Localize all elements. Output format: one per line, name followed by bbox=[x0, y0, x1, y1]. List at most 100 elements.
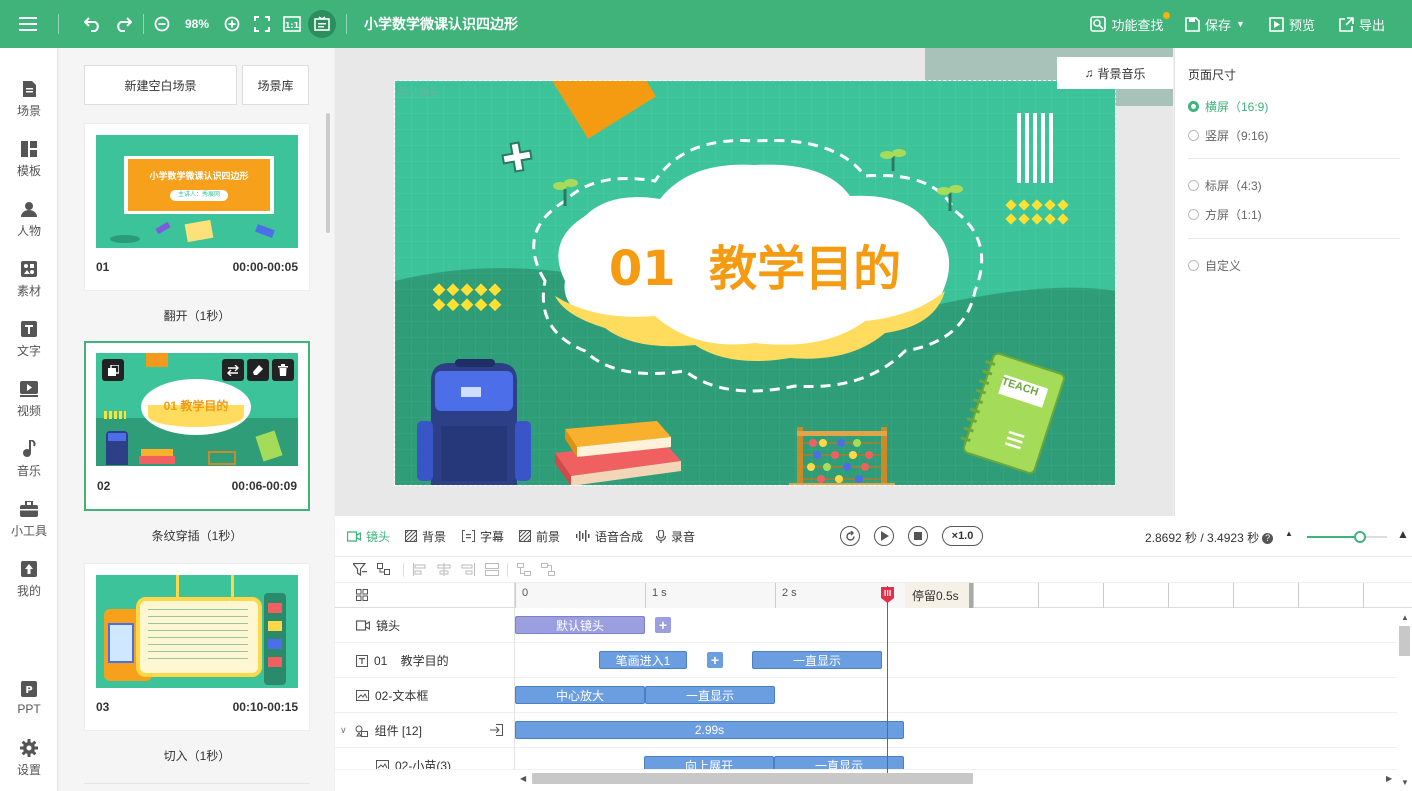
sequence-icon[interactable] bbox=[541, 563, 555, 576]
delete-scene-button[interactable] bbox=[272, 359, 294, 381]
horizontal-scrollbar[interactable] bbox=[532, 773, 973, 784]
stack-icon[interactable] bbox=[517, 563, 531, 576]
playhead-handle[interactable] bbox=[880, 586, 895, 604]
clip-always-show[interactable]: 一直显示 bbox=[645, 686, 775, 704]
nav-item-scene[interactable]: 场景 bbox=[0, 74, 58, 124]
nav-item-tools[interactable]: 小工具 bbox=[0, 494, 58, 544]
page-size-option-4-3[interactable]: 标屏（4:3) bbox=[1188, 177, 1262, 194]
zoom-in-button[interactable] bbox=[222, 0, 242, 48]
timeline-ruler[interactable]: 0 1 s 2 s 停留0.5s bbox=[515, 583, 1412, 608]
slider-knob[interactable] bbox=[1353, 531, 1366, 543]
scroll-up-arrow[interactable]: ▲ bbox=[1401, 613, 1409, 622]
nav-item-video[interactable]: 视频 bbox=[0, 374, 58, 424]
clip-always-show[interactable]: 一直显示 bbox=[752, 651, 882, 669]
track-row-camera[interactable]: 镜头 默认镜头 + bbox=[335, 608, 1397, 643]
speed-button[interactable]: ×1.0 bbox=[942, 526, 983, 546]
scene-panel-scrollbar[interactable] bbox=[326, 113, 330, 233]
project-title[interactable]: 小学数学微课认识四边形 bbox=[364, 0, 664, 48]
tab-subtitle[interactable]: 字幕 bbox=[462, 516, 504, 556]
track-row-title-text[interactable]: 01 教学目的 笔画进入1 + 一直显示 bbox=[335, 643, 1397, 678]
add-clip-button[interactable]: + bbox=[707, 652, 723, 668]
scroll-down-arrow[interactable]: ▼ bbox=[1401, 778, 1409, 787]
tab-tts[interactable]: 语音合成 bbox=[576, 516, 643, 556]
actual-size-button[interactable]: 1:1 bbox=[281, 0, 303, 48]
tab-record[interactable]: 录音 bbox=[656, 516, 695, 556]
scene-transition-label[interactable]: 切入（1秒） bbox=[84, 747, 310, 764]
add-clip-button[interactable]: + bbox=[655, 617, 671, 633]
nav-item-music[interactable]: 音乐 bbox=[0, 434, 58, 484]
page-size-option-1-1[interactable]: 方屏（1:1) bbox=[1188, 206, 1262, 223]
clip-expand-up[interactable]: 向上展开 bbox=[644, 756, 774, 769]
video-icon bbox=[20, 380, 38, 397]
clip-stroke-enter[interactable]: 笔画进入1 bbox=[599, 651, 687, 669]
track-row-textbox[interactable]: 02-文本框 中心放大 一直显示 bbox=[335, 678, 1397, 713]
tab-camera[interactable]: 镜头 bbox=[347, 516, 390, 556]
fit-screen-button[interactable] bbox=[252, 0, 272, 48]
scene-library-button[interactable]: 场景库 bbox=[242, 65, 309, 105]
redo-button[interactable] bbox=[112, 0, 134, 48]
track-row-group[interactable]: ∨ 组件 [12] 2.99s bbox=[335, 713, 1397, 748]
pause-segment[interactable]: 停留0.5s bbox=[905, 583, 970, 608]
menu-button[interactable] bbox=[0, 0, 56, 48]
replay-button[interactable] bbox=[840, 526, 860, 546]
nav-item-mine[interactable]: 我的 bbox=[0, 554, 58, 604]
nav-item-template[interactable]: 模板 bbox=[0, 134, 58, 184]
copy-icon bbox=[107, 364, 119, 376]
clip-always-show[interactable]: 一直显示 bbox=[774, 756, 904, 769]
clip-default-camera[interactable]: 默认镜头 bbox=[515, 616, 645, 634]
track-row-sprout[interactable]: 02-小苗(3) 向上展开 一直显示 bbox=[335, 748, 1397, 770]
scene-transition-label[interactable]: 条纹穿插（1秒） bbox=[84, 527, 310, 544]
zoom-out-button[interactable] bbox=[152, 0, 172, 48]
layout-icon[interactable] bbox=[356, 589, 368, 601]
enter-group-icon[interactable] bbox=[490, 724, 503, 736]
clip-center-zoom[interactable]: 中心放大 bbox=[515, 686, 645, 704]
scene-transition-label[interactable]: 翻开（1秒） bbox=[84, 307, 310, 324]
distribute-icon[interactable] bbox=[485, 563, 499, 576]
nav-item-ppt[interactable]: P PPT bbox=[0, 673, 58, 723]
align-right-icon[interactable] bbox=[461, 563, 475, 576]
align-center-icon[interactable] bbox=[437, 563, 451, 576]
subtitle-mode-button[interactable] bbox=[308, 10, 336, 38]
scroll-left-arrow[interactable]: ◀ bbox=[520, 774, 526, 783]
tab-foreground[interactable]: 前景 bbox=[519, 516, 560, 556]
scene-card-02[interactable]: 01 教学目的 02 00:06-00:09 bbox=[84, 341, 310, 511]
scene-card-01[interactable]: 小学数学微课认识四边形 主讲人：秀展网 01 00:00-00:05 bbox=[84, 123, 310, 291]
zoom-out-timeline-icon[interactable]: ▲ bbox=[1285, 529, 1293, 538]
zoom-in-timeline-icon[interactable]: ▲ bbox=[1397, 527, 1409, 541]
clear-scene-button[interactable] bbox=[247, 359, 269, 381]
export-button[interactable]: 导出 bbox=[1336, 0, 1388, 48]
background-music-button[interactable]: ♫ 背景音乐 bbox=[1057, 57, 1173, 89]
chevron-down-icon[interactable]: ∨ bbox=[340, 725, 347, 736]
feature-search-button[interactable]: 功能查找 bbox=[1088, 0, 1166, 48]
swap-scene-button[interactable] bbox=[222, 359, 244, 381]
stop-button[interactable] bbox=[908, 526, 928, 546]
help-icon[interactable]: ? bbox=[1262, 533, 1274, 545]
image-icon bbox=[376, 760, 389, 769]
save-button[interactable]: 保存 ▼ bbox=[1184, 0, 1246, 48]
nav-item-text[interactable]: 文字 bbox=[0, 314, 58, 364]
nav-item-material[interactable]: 素材 bbox=[0, 254, 58, 304]
align-left-icon[interactable] bbox=[413, 563, 427, 576]
scroll-right-arrow[interactable]: ▶ bbox=[1386, 774, 1392, 783]
new-blank-scene-button[interactable]: 新建空白场景 bbox=[84, 65, 237, 105]
undo-button[interactable] bbox=[82, 0, 104, 48]
page-size-option-custom[interactable]: 自定义 bbox=[1188, 257, 1241, 274]
scene-card-03[interactable]: 03 00:10-00:15 bbox=[84, 563, 310, 731]
stage[interactable]: 01 教学目的 默认镜头 TEACH bbox=[394, 80, 1116, 486]
nav-item-person[interactable]: 人物 bbox=[0, 194, 58, 244]
preview-button[interactable]: 预览 bbox=[1266, 0, 1318, 48]
group-icon[interactable] bbox=[377, 563, 391, 576]
stage-title[interactable]: 01 教学目的 bbox=[555, 243, 955, 295]
playhead[interactable] bbox=[887, 586, 888, 776]
vertical-scrollbar[interactable] bbox=[1399, 626, 1410, 656]
clip-group-duration[interactable]: 2.99s bbox=[515, 721, 904, 739]
scene-number: 01 bbox=[96, 260, 110, 274]
play-button[interactable] bbox=[874, 526, 894, 546]
nav-item-settings[interactable]: 设置 bbox=[0, 733, 58, 783]
filter-icon[interactable] bbox=[353, 563, 367, 576]
tab-background[interactable]: 背景 bbox=[405, 516, 446, 556]
duplicate-scene-button[interactable] bbox=[102, 359, 124, 381]
page-size-option-16-9[interactable]: 横屏（16:9) bbox=[1188, 98, 1268, 115]
timeline-zoom-slider[interactable] bbox=[1307, 531, 1387, 543]
page-size-option-9-16[interactable]: 竖屏（9:16) bbox=[1188, 127, 1268, 144]
